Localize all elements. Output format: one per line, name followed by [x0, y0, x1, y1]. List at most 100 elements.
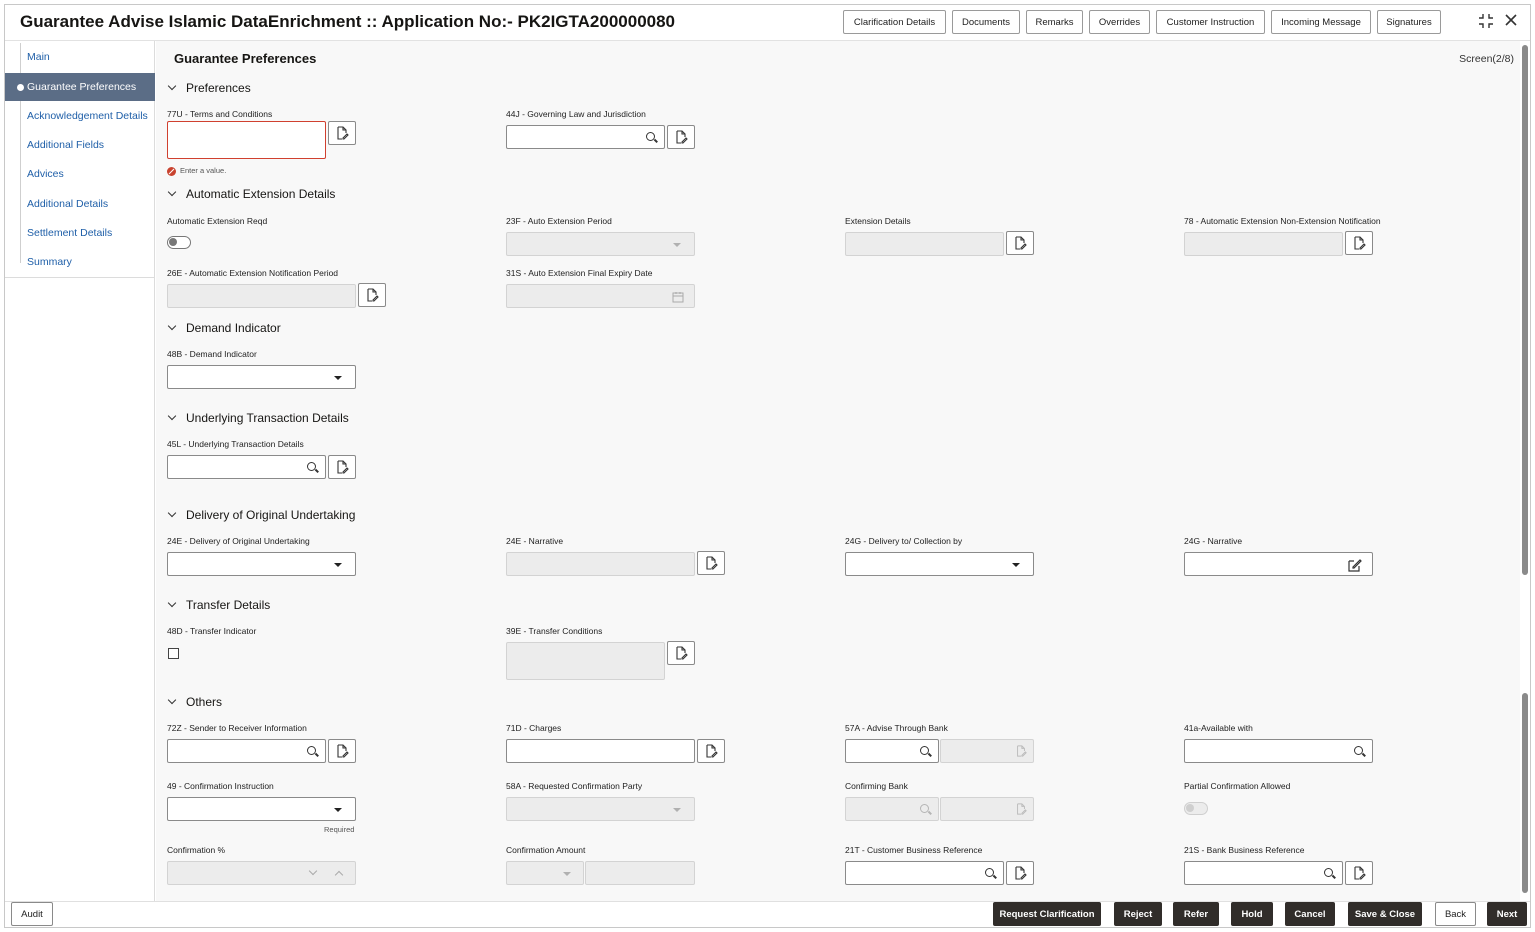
refer-button[interactable]: Refer — [1173, 902, 1219, 926]
confirming-bank-name-input[interactable] — [940, 797, 1034, 821]
close-icon[interactable] — [1502, 13, 1520, 31]
demand-indicator-select[interactable] — [167, 365, 356, 389]
terms-conditions-input[interactable] — [167, 121, 326, 159]
increment-icon[interactable] — [334, 870, 344, 880]
partial-confirmation-toggle[interactable] — [1184, 802, 1208, 815]
request-clarification-button[interactable]: Request Clarification — [993, 902, 1101, 926]
confirmation-amount-input[interactable] — [585, 861, 695, 885]
final-expiry-date-input[interactable] — [506, 284, 695, 308]
underlying-transaction-label: 45L - Underlying Transaction Details — [167, 439, 304, 449]
sidebar-item-additional-details[interactable]: Additional Details — [5, 190, 155, 218]
charges-input[interactable] — [506, 739, 695, 763]
edit-doc-icon — [337, 460, 349, 474]
requested-confirmation-party-select[interactable] — [506, 797, 695, 821]
search-icon[interactable] — [920, 804, 932, 816]
sidebar-item-acknowledgement-details[interactable]: Acknowledgement Details — [5, 102, 155, 130]
search-icon[interactable] — [985, 868, 997, 880]
non-extension-notification-edit-button[interactable] — [1345, 231, 1373, 255]
extension-details-edit-button[interactable] — [1006, 231, 1034, 255]
underlying-transaction-edit-button[interactable] — [328, 455, 356, 479]
section-delivery[interactable]: Delivery of Original Undertaking — [168, 508, 355, 522]
section-others[interactable]: Others — [168, 695, 222, 709]
section-underlying-transaction[interactable]: Underlying Transaction Details — [168, 411, 349, 425]
non-extension-notification-input[interactable] — [1184, 232, 1343, 256]
clarification-details-button[interactable]: Clarification Details — [843, 10, 946, 34]
bank-business-ref-input[interactable] — [1184, 861, 1343, 885]
transfer-conditions-input[interactable] — [506, 642, 665, 680]
governing-law-edit-button[interactable] — [667, 125, 695, 149]
reject-button[interactable]: Reject — [1114, 902, 1162, 926]
confirmation-percent-input[interactable] — [167, 861, 356, 885]
sender-receiver-input[interactable] — [167, 739, 326, 763]
vertical-scrollbar[interactable] — [1522, 45, 1528, 905]
delivery-narrative-input[interactable] — [506, 552, 695, 576]
charges-edit-button[interactable] — [697, 739, 725, 763]
section-preferences[interactable]: Preferences — [168, 81, 251, 95]
auto-ext-reqd-toggle[interactable] — [167, 236, 191, 249]
extension-details-input[interactable] — [845, 232, 1004, 256]
next-button[interactable]: Next — [1487, 902, 1527, 926]
sidebar-item-main[interactable]: Main — [5, 43, 155, 71]
expand-icon[interactable] — [1477, 13, 1495, 33]
footer-bar: Audit Request Clarification Reject Refer… — [5, 901, 1530, 927]
search-icon[interactable] — [307, 462, 319, 474]
customer-instruction-button[interactable]: Customer Instruction — [1156, 10, 1265, 34]
confirming-bank-input[interactable] — [845, 797, 939, 821]
sidebar-item-summary[interactable]: Summary — [5, 248, 155, 276]
overrides-button[interactable]: Overrides — [1089, 10, 1150, 34]
scrollbar-thumb[interactable] — [1522, 45, 1528, 575]
advise-through-bank-name-input[interactable] — [940, 739, 1034, 763]
delivery-to-narrative-input[interactable] — [1184, 552, 1373, 576]
scrollbar-thumb-lower[interactable] — [1522, 693, 1528, 893]
customer-business-ref-edit-button[interactable] — [1006, 861, 1034, 885]
calendar-icon[interactable] — [672, 291, 684, 303]
auto-ext-period-select[interactable] — [506, 232, 695, 256]
search-icon[interactable] — [307, 746, 319, 758]
back-button[interactable]: Back — [1435, 902, 1476, 926]
transfer-indicator-checkbox[interactable] — [168, 648, 179, 659]
notification-period-input[interactable] — [167, 284, 356, 308]
confirmation-instruction-select[interactable] — [167, 797, 356, 821]
edit-icon[interactable] — [1348, 558, 1362, 572]
edit-doc-icon[interactable] — [1015, 745, 1027, 757]
confirmation-amount-label: Confirmation Amount — [506, 845, 586, 855]
edit-doc-icon[interactable] — [1015, 803, 1027, 815]
notification-period-edit-button[interactable] — [358, 283, 386, 307]
customer-business-ref-input[interactable] — [845, 861, 1004, 885]
remarks-button[interactable]: Remarks — [1026, 10, 1083, 34]
governing-law-input[interactable] — [506, 125, 665, 149]
section-transfer[interactable]: Transfer Details — [168, 598, 270, 612]
transfer-conditions-edit-button[interactable] — [667, 641, 695, 665]
sender-receiver-edit-button[interactable] — [328, 739, 356, 763]
bank-business-ref-edit-button[interactable] — [1345, 861, 1373, 885]
sidebar-item-advices[interactable]: Advices — [5, 160, 155, 188]
hold-button[interactable]: Hold — [1231, 902, 1273, 926]
save-close-button[interactable]: Save & Close — [1348, 902, 1422, 926]
decrement-icon[interactable] — [308, 866, 318, 876]
sidebar-item-additional-fields[interactable]: Additional Fields — [5, 131, 155, 159]
underlying-transaction-input[interactable] — [167, 455, 326, 479]
section-automatic-extension[interactable]: Automatic Extension Details — [168, 187, 335, 201]
documents-button[interactable]: Documents — [952, 10, 1020, 34]
delivery-to-select[interactable] — [845, 552, 1034, 576]
audit-button[interactable]: Audit — [11, 902, 53, 926]
sidebar-item-settlement-details[interactable]: Settlement Details — [5, 219, 155, 247]
advise-through-bank-input[interactable] — [845, 739, 939, 763]
confirmation-currency-select[interactable] — [506, 861, 584, 885]
sidebar-divider — [5, 277, 155, 278]
available-with-input[interactable] — [1184, 739, 1373, 763]
sidebar-item-label: Additional Details — [27, 198, 109, 210]
search-icon[interactable] — [646, 132, 658, 144]
search-icon[interactable] — [920, 746, 932, 758]
active-dot-icon — [17, 84, 24, 91]
section-demand-indicator[interactable]: Demand Indicator — [168, 321, 281, 335]
sidebar-item-guarantee-preferences[interactable]: Guarantee Preferences — [5, 73, 155, 101]
terms-conditions-edit-button[interactable] — [328, 121, 356, 145]
search-icon[interactable] — [1354, 746, 1366, 758]
delivery-original-select[interactable] — [167, 552, 356, 576]
signatures-button[interactable]: Signatures — [1377, 10, 1441, 34]
cancel-button[interactable]: Cancel — [1285, 902, 1335, 926]
search-icon[interactable] — [1324, 868, 1336, 880]
delivery-narrative-edit-button[interactable] — [697, 551, 725, 575]
incoming-message-button[interactable]: Incoming Message — [1271, 10, 1371, 34]
